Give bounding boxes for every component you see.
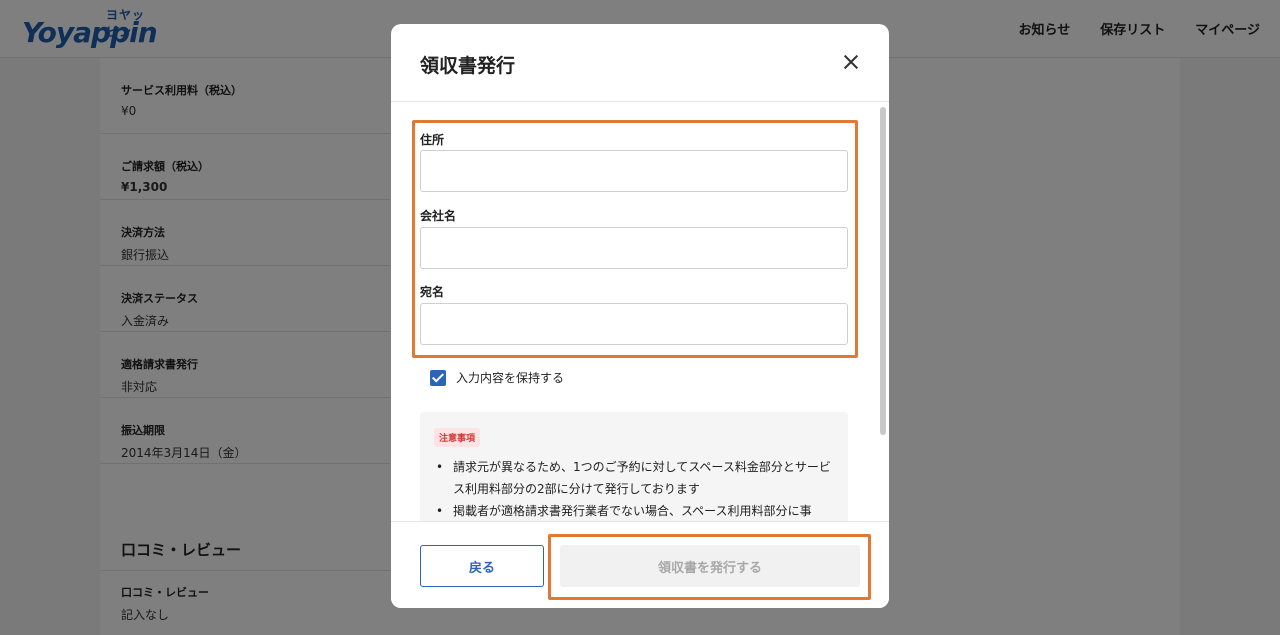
recipient-input[interactable] <box>420 303 848 345</box>
keep-input-option[interactable]: 入力内容を保持する <box>430 369 564 386</box>
notice-item: 掲載者が適格請求書発行業者でない場合、スペース利用料部分に事 <box>434 500 834 521</box>
notice-badge: 注意事項 <box>434 428 481 447</box>
back-button[interactable]: 戻る <box>420 545 544 587</box>
company-label: 会社名 <box>420 209 457 223</box>
notice-item: 請求元が異なるため、1つのご予約に対してスペース料金部分とサービス利用料部分の2… <box>434 456 834 500</box>
company-input[interactable] <box>420 227 848 269</box>
recipient-label: 宛名 <box>420 285 445 299</box>
address-input[interactable] <box>420 150 848 192</box>
modal-scrollbar[interactable] <box>880 107 886 435</box>
modal-body: 住所 会社名 宛名 入力内容を保持する 注意事項 請求元が異なるため、1つのご予… <box>391 103 889 521</box>
notice-box: 注意事項 請求元が異なるため、1つのご予約に対してスペース料金部分とサービス利用… <box>420 412 848 521</box>
modal-title: 領収書発行 <box>420 55 516 77</box>
address-label: 住所 <box>420 133 445 147</box>
receipt-modal: 領収書発行 住所 会社名 宛名 入力内容を保持する 注意事項 請求元が異なるため… <box>391 24 889 608</box>
keep-input-label: 入力内容を保持する <box>456 371 565 385</box>
modal-header: 領収書発行 <box>391 24 889 102</box>
keep-input-checkbox[interactable] <box>430 369 446 386</box>
notice-list: 請求元が異なるため、1つのご予約に対してスペース料金部分とサービス利用料部分の2… <box>434 456 834 521</box>
issue-receipt-button[interactable]: 領収書を発行する <box>560 545 860 587</box>
close-icon[interactable] <box>839 50 863 74</box>
modal-footer: 戻る 領収書を発行する <box>391 521 889 608</box>
